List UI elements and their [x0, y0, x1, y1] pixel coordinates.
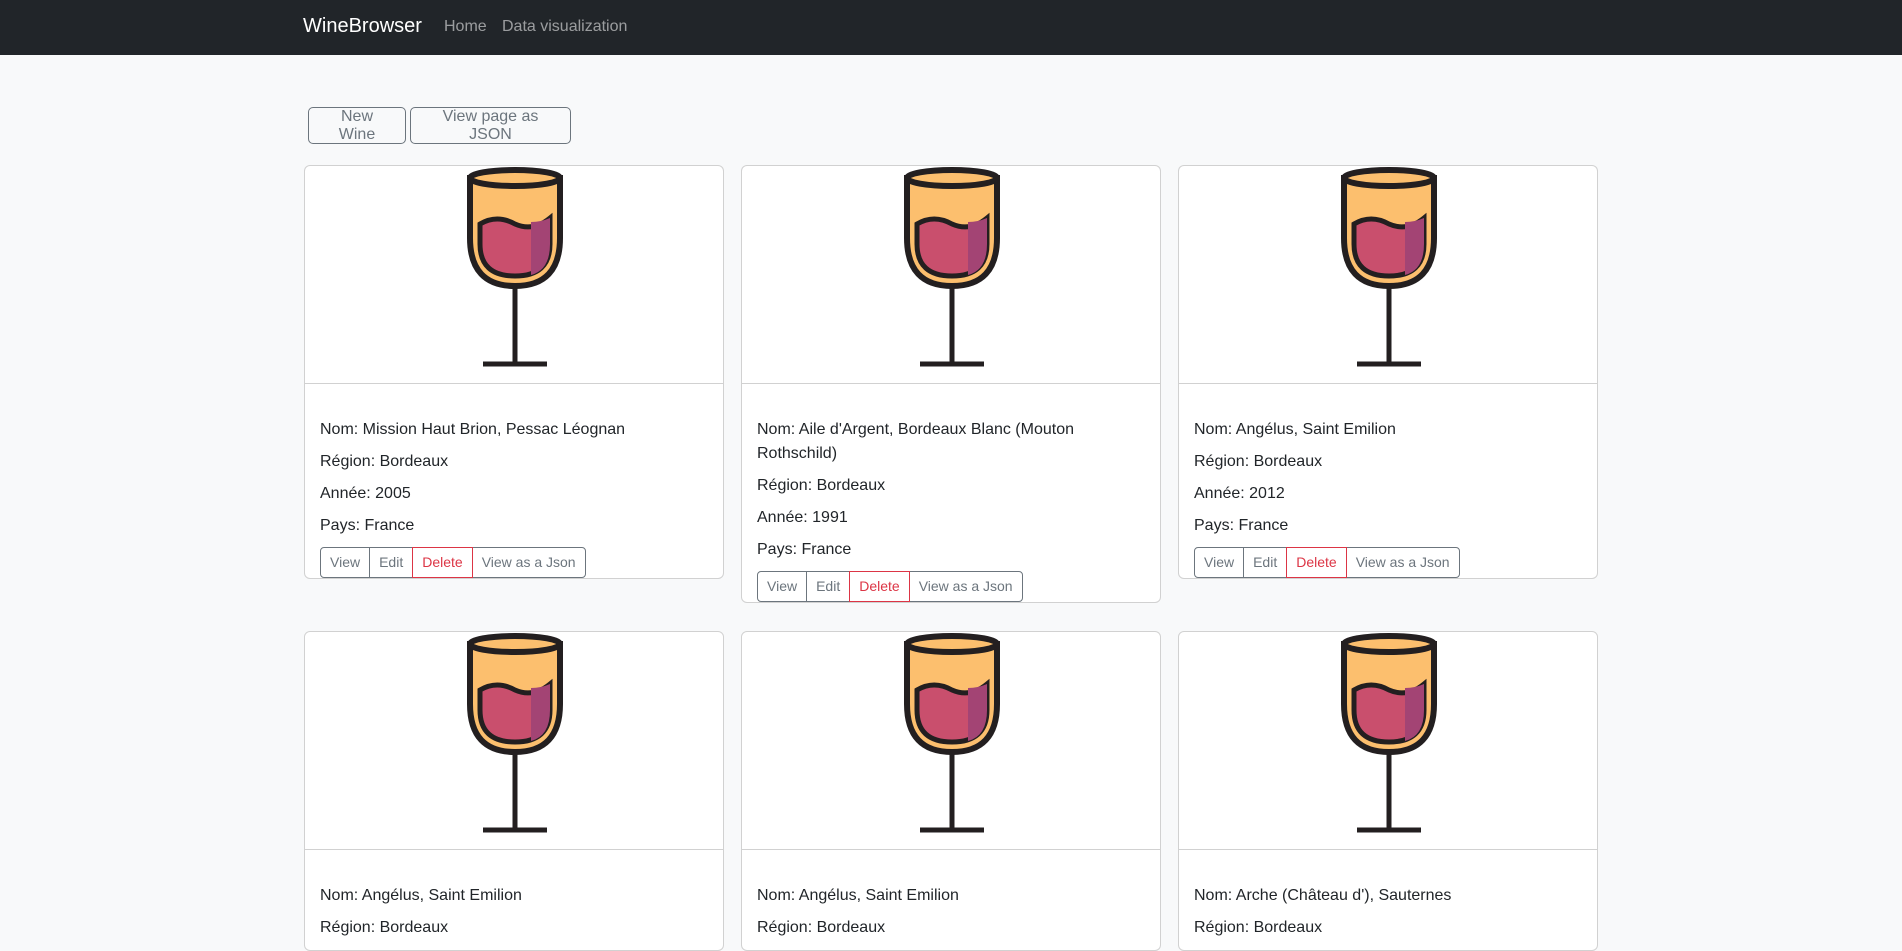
view-button[interactable]: View [757, 571, 808, 602]
wine-card: Nom: Angélus, Saint Emilion Région: Bord… [1178, 165, 1598, 579]
wine-glass-icon [467, 167, 563, 367]
wine-name: Nom: Mission Haut Brion, Pessac Léognan [320, 421, 626, 438]
wine-country: Pays: France [757, 541, 852, 558]
wine-name: Nom: Arche (Château d'), Sauternes [1194, 887, 1452, 904]
wine-country: Pays: France [1194, 517, 1289, 534]
wine-card: Nom: Angélus, Saint Emilion Région: Bord… [304, 631, 724, 951]
nav-link-data-visualization[interactable]: Data visualization [502, 18, 627, 36]
wine-card: Nom: Aile d'Argent, Bordeaux Blanc (Mout… [741, 165, 1161, 603]
wine-region: Région: Bordeaux [757, 919, 886, 936]
wine-name: Nom: Angélus, Saint Emilion [1194, 421, 1396, 438]
wine-year: Année: 1991 [757, 509, 848, 526]
card-image [1179, 166, 1597, 384]
wine-region: Région: Bordeaux [1194, 453, 1323, 470]
wine-glass-icon [1341, 167, 1437, 367]
card-image [742, 166, 1160, 384]
wine-card: Nom: Angélus, Saint Emilion Région: Bord… [741, 631, 1161, 951]
nav-link-home[interactable]: Home [444, 18, 487, 36]
view-json-button[interactable]: View as a Json [1345, 547, 1460, 578]
wine-region: Région: Bordeaux [320, 453, 449, 470]
edit-button[interactable]: Edit [369, 547, 414, 578]
view-page-json-button[interactable]: View page as JSON [410, 107, 571, 144]
navbar: WineBrowser Home Data visualization [0, 0, 1902, 55]
wine-year: Année: 2005 [320, 485, 411, 502]
wine-region: Région: Bordeaux [320, 919, 449, 936]
wine-region: Région: Bordeaux [757, 477, 886, 494]
delete-button[interactable]: Delete [412, 547, 473, 578]
card-image [742, 632, 1160, 850]
wine-glass-icon [904, 633, 1000, 833]
delete-button[interactable]: Delete [849, 571, 910, 602]
edit-button[interactable]: Edit [1243, 547, 1288, 578]
wine-name: Nom: Angélus, Saint Emilion [757, 887, 959, 904]
wine-region: Région: Bordeaux [1194, 919, 1323, 936]
wine-name: Nom: Aile d'Argent, Bordeaux Blanc (Mout… [757, 421, 1074, 462]
view-json-button[interactable]: View as a Json [471, 547, 586, 578]
view-button[interactable]: View [1194, 547, 1245, 578]
wine-name: Nom: Angélus, Saint Emilion [320, 887, 522, 904]
brand-logo[interactable]: WineBrowser [303, 15, 422, 38]
card-actions: View Edit Delete View as a Json [757, 571, 1145, 602]
delete-button[interactable]: Delete [1286, 547, 1347, 578]
wine-card: Nom: Mission Haut Brion, Pessac Léognan … [304, 165, 724, 579]
card-actions: View Edit Delete View as a Json [1194, 547, 1582, 578]
edit-button[interactable]: Edit [806, 571, 851, 602]
card-actions: View Edit Delete View as a Json [320, 547, 708, 578]
wine-glass-icon [467, 633, 563, 833]
wine-card: Nom: Arche (Château d'), Sauternes Régio… [1178, 631, 1598, 951]
card-image [1179, 632, 1597, 850]
view-button[interactable]: View [320, 547, 371, 578]
wine-country: Pays: France [320, 517, 415, 534]
wine-year: Année: 2012 [1194, 485, 1285, 502]
new-wine-button[interactable]: New Wine [308, 107, 406, 144]
wine-glass-icon [904, 167, 1000, 367]
wine-glass-icon [1341, 633, 1437, 833]
card-image [305, 166, 723, 384]
view-json-button[interactable]: View as a Json [908, 571, 1023, 602]
card-image [305, 632, 723, 850]
